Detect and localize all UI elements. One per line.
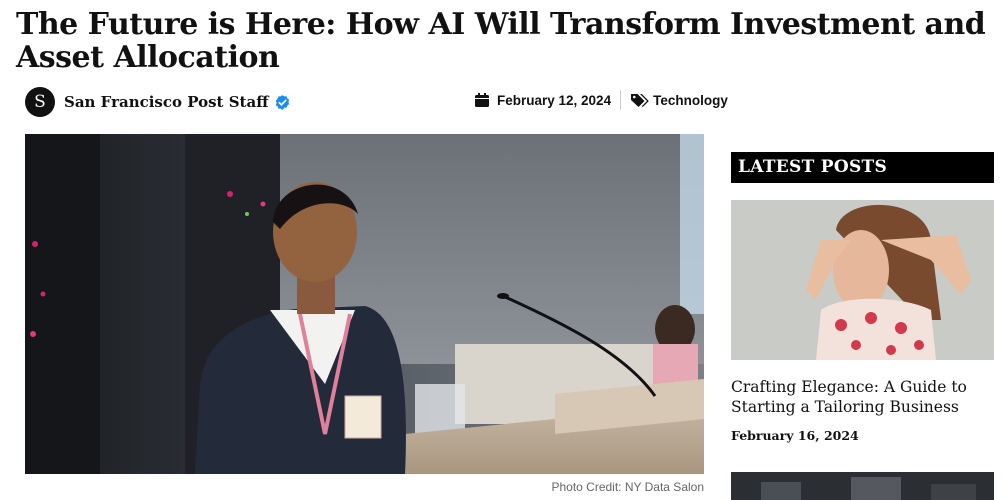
photo-caption: Photo Credit: NY Data Salon: [551, 480, 704, 494]
verified-check-icon: [275, 94, 289, 110]
author-byline: S San Francisco Post Staff: [25, 86, 291, 118]
city-street-photo: [731, 472, 994, 500]
article-title: The Future is Here: How AI Will Transfor…: [16, 7, 986, 75]
tags-icon: [631, 94, 649, 107]
speaker-at-podium-photo: [25, 134, 704, 474]
calendar-icon: [475, 93, 489, 107]
author-name-link[interactable]: San Francisco Post Staff: [64, 93, 269, 111]
woman-covering-eyes-photo: [731, 200, 994, 360]
meta-divider: [620, 90, 622, 110]
latest-post-thumbnail[interactable]: [731, 200, 994, 360]
latest-post-thumbnail-2[interactable]: [731, 472, 994, 500]
hero-image: [25, 134, 704, 474]
article-meta: February 12, 2024 Technology: [474, 88, 728, 112]
author-avatar[interactable]: S: [25, 87, 55, 117]
avatar-initial: S: [34, 92, 46, 112]
category-link[interactable]: Technology: [653, 93, 728, 108]
publish-date: February 12, 2024: [497, 92, 612, 108]
latest-post-title-link[interactable]: Crafting Elegance: A Guide to Starting a…: [731, 377, 994, 417]
latest-post-date: February 16, 2024: [731, 428, 859, 443]
latest-posts-heading: LATEST POSTS: [731, 152, 994, 183]
